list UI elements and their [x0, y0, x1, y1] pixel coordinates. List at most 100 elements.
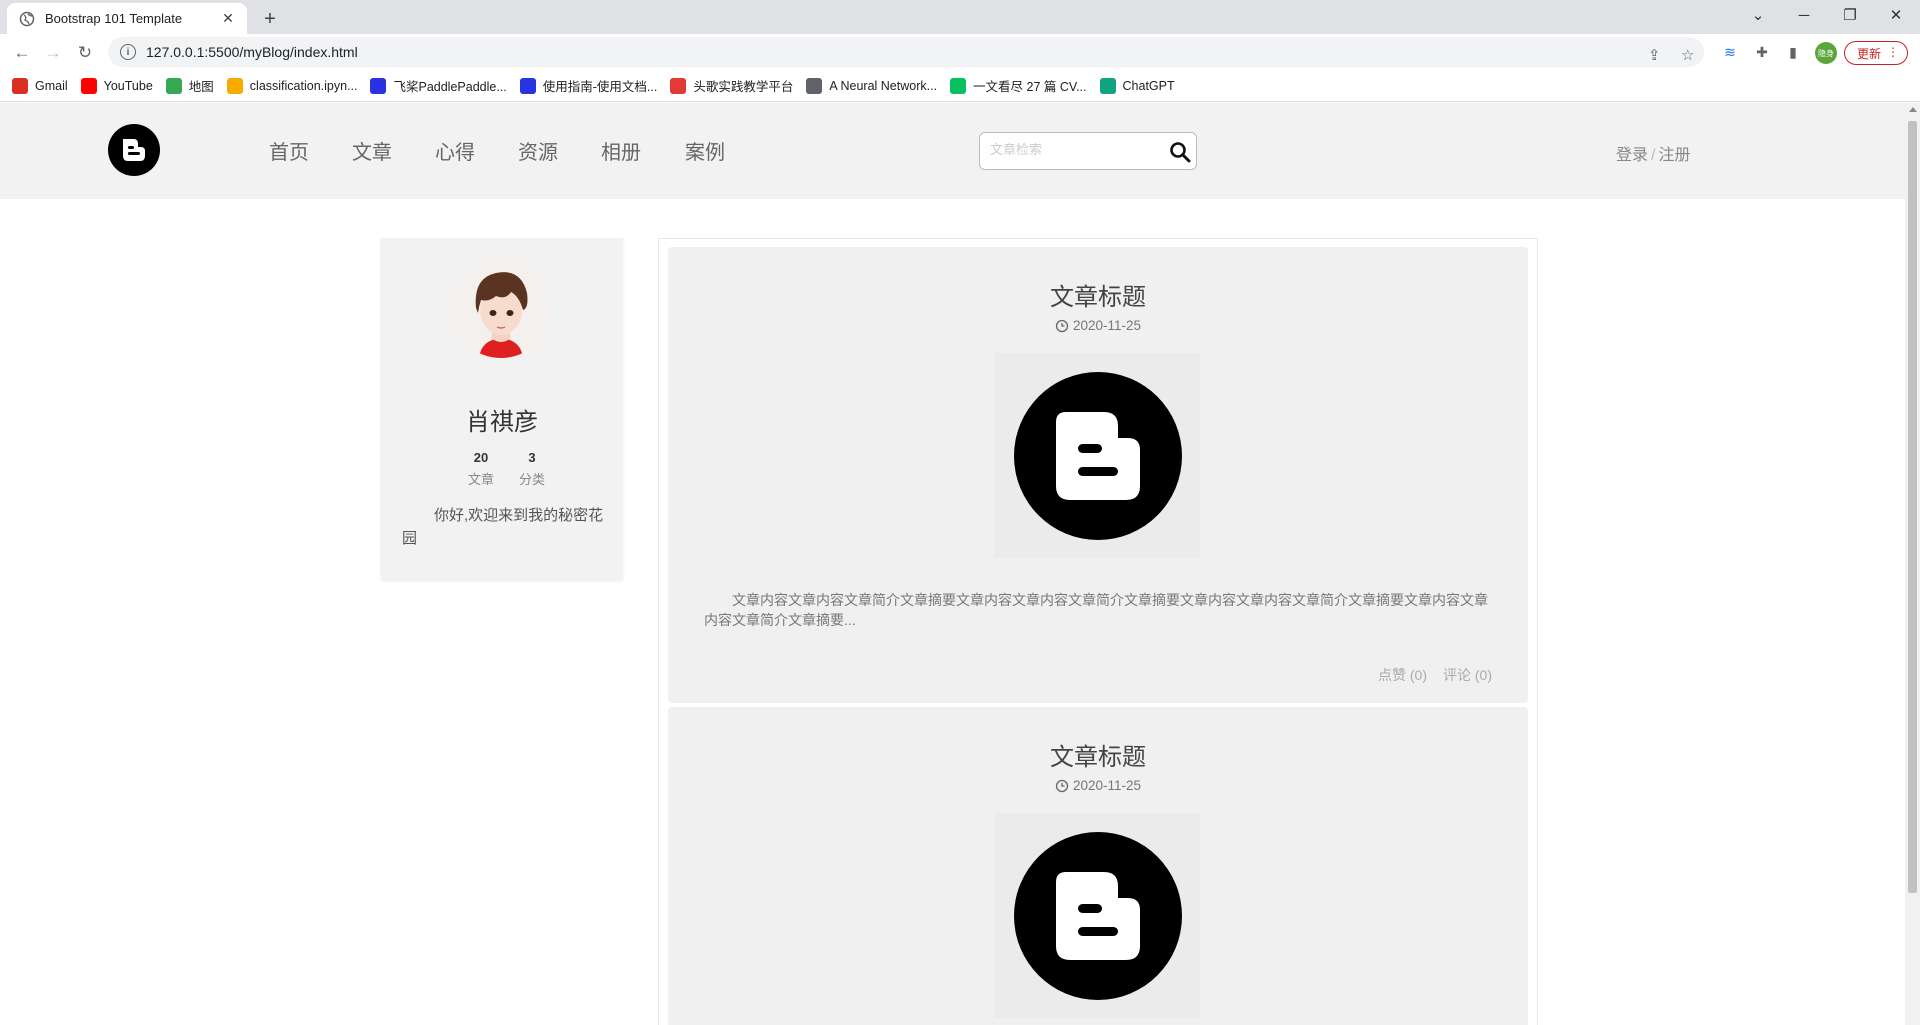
bookmark-label: 飞桨PaddlePaddle...: [393, 80, 507, 94]
bookmarks-bar: Gmail YouTube 地图 classification.ipyn... 飞桨Pa…: [0, 70, 1920, 102]
articles-label: 文章: [467, 472, 494, 487]
share-icon[interactable]: ⇪: [1648, 46, 1661, 64]
article-title[interactable]: 文章标题: [668, 277, 1528, 312]
address-bar[interactable]: i 127.0.0.1:5500/myBlog/index.html ⇪ ☆: [108, 37, 1704, 67]
login-link[interactable]: 登录: [1616, 147, 1648, 164]
article-thumbnail[interactable]: [995, 353, 1200, 558]
search-input[interactable]: [990, 142, 1150, 157]
new-tab-button[interactable]: +: [256, 5, 284, 33]
nav-home[interactable]: 首页: [269, 136, 309, 165]
close-icon[interactable]: ✕: [219, 10, 237, 27]
article-date: 2020-11-25: [668, 318, 1528, 333]
bookmark-item[interactable]: 地图: [165, 76, 214, 95]
categories-count: 3: [528, 450, 536, 465]
article-card[interactable]: 文章标题 2020-11-25: [668, 707, 1528, 1025]
auth-separator: /: [1651, 147, 1656, 164]
extension-icon[interactable]: ≋: [1721, 43, 1739, 61]
side-panel-icon[interactable]: ▮: [1784, 43, 1802, 61]
article-thumbnail[interactable]: [995, 813, 1200, 1018]
bookmark-item[interactable]: YouTube: [80, 77, 153, 94]
update-label: 更新: [1857, 46, 1882, 61]
nav-resources[interactable]: 资源: [518, 136, 558, 165]
article-date-text: 2020-11-25: [1072, 778, 1142, 793]
paddle-icon: [519, 77, 536, 94]
page-viewport: 首页 文章 心得 资源 相册 案例 登录/注册: [0, 103, 1905, 1025]
minimize-button[interactable]: ─: [1781, 0, 1827, 30]
bookmark-label: classification.ipyn...: [249, 78, 358, 93]
tab-search-icon[interactable]: ⌄: [1735, 0, 1781, 30]
educoder-icon: [670, 77, 687, 94]
back-button[interactable]: ←: [10, 41, 34, 65]
bookmark-label: ChatGPT: [1122, 78, 1175, 93]
categories-stat: 3 分类: [512, 450, 552, 488]
bookmark-label: A Neural Network...: [829, 78, 938, 93]
bookmark-label: 地图: [188, 80, 214, 94]
nav-insights[interactable]: 心得: [435, 136, 475, 165]
tab-title: Bootstrap 101 Template: [45, 11, 183, 26]
bookmark-item[interactable]: 头歌实践教学平台: [670, 76, 793, 95]
article-meta: 点赞 (0) 评论 (0): [1378, 665, 1492, 685]
article-card[interactable]: 文章标题 2020-11-25 文章内容文章内容文章简介文章摘要文章内容文章内容…: [668, 247, 1528, 703]
browser-tabstrip: Bootstrap 101 Template ✕ + ⌄ ─ ❐ ✕: [0, 0, 1920, 34]
like-link[interactable]: 点赞 (0): [1378, 665, 1427, 685]
articles-count: 20: [473, 450, 489, 465]
update-button[interactable]: 更新 ⋮: [1844, 41, 1908, 65]
chatgpt-icon: [1099, 77, 1116, 94]
articles-stat: 20 文章: [461, 450, 501, 488]
article-summary: 文章内容文章内容文章简介文章摘要文章内容文章内容文章简介文章摘要文章内容文章内容…: [704, 592, 1488, 628]
search-box: [979, 132, 1197, 170]
bookmark-star-icon[interactable]: ☆: [1681, 46, 1694, 64]
scrollbar-thumb[interactable]: [1908, 121, 1917, 893]
blogger-logo-icon[interactable]: [108, 124, 160, 176]
clock-icon: [1055, 319, 1069, 332]
page-icon: [806, 77, 823, 94]
site-navbar: 首页 文章 心得 资源 相册 案例 登录/注册: [0, 103, 1905, 199]
bookmark-label: Gmail: [35, 78, 68, 93]
bookmark-label: YouTube: [103, 78, 153, 93]
search-icon[interactable]: [1169, 141, 1191, 163]
profile-card: 肖祺彦 20 文章 3 分类 你好,欢迎来到我的秘密花园: [381, 238, 623, 580]
browser-tab[interactable]: Bootstrap 101 Template ✕: [7, 3, 247, 34]
bookmark-item[interactable]: classification.ipyn...: [226, 77, 358, 94]
site-info-icon[interactable]: i: [120, 44, 136, 60]
bookmark-label: 使用指南-使用文档...: [542, 80, 658, 94]
scroll-up-icon[interactable]: [1909, 107, 1917, 112]
clock-icon: [1055, 779, 1069, 792]
puzzle-icon[interactable]: ✚: [1753, 43, 1771, 61]
nav-cases[interactable]: 案例: [685, 136, 725, 165]
article-date: 2020-11-25: [668, 778, 1528, 793]
bookmark-item[interactable]: A Neural Network...: [806, 77, 938, 94]
forward-button[interactable]: →: [41, 41, 65, 65]
bookmark-label: 头歌实践教学平台: [693, 80, 794, 94]
reload-button[interactable]: ↻: [73, 41, 97, 65]
article-list: 文章标题 2020-11-25 文章内容文章内容文章简介文章摘要文章内容文章内容…: [658, 238, 1538, 1025]
nav-articles[interactable]: 文章: [352, 136, 392, 165]
youtube-icon: [80, 77, 97, 94]
article-date-text: 2020-11-25: [1072, 318, 1142, 333]
gmail-icon: [12, 77, 28, 94]
comment-link[interactable]: 评论 (0): [1443, 665, 1492, 685]
profile-avatar[interactable]: 隐身: [1815, 42, 1837, 64]
page-scrollbar[interactable]: [1905, 103, 1920, 1025]
browser-toolbar: ← → ↻ i 127.0.0.1:5500/myBlog/index.html…: [0, 34, 1920, 70]
restore-button[interactable]: ❐: [1827, 0, 1873, 30]
window-close-button[interactable]: ✕: [1873, 0, 1919, 30]
bookmark-item[interactable]: 使用指南-使用文档...: [519, 76, 658, 95]
bookmark-item[interactable]: Gmail: [12, 77, 68, 94]
menu-dots-icon: ⋮: [1887, 45, 1899, 59]
bookmark-item[interactable]: 一文看尽 27 篇 CV...: [950, 76, 1087, 95]
auth-links: 登录 / 注册: [1616, 141, 1690, 165]
blogger-logo-icon: [1013, 831, 1182, 1000]
avatar: [451, 258, 551, 358]
profile-name: 肖祺彦: [466, 409, 538, 436]
blogger-logo-icon: [1013, 371, 1182, 540]
colab-icon: [226, 77, 243, 94]
bookmark-item[interactable]: 飞桨PaddlePaddle...: [370, 76, 507, 95]
globe-icon: [19, 11, 35, 27]
bookmark-item[interactable]: ChatGPT: [1099, 77, 1175, 94]
maps-icon: [165, 77, 182, 94]
nav-album[interactable]: 相册: [601, 136, 641, 165]
article-title[interactable]: 文章标题: [668, 737, 1528, 772]
register-link[interactable]: 注册: [1658, 147, 1690, 164]
bookmark-label: 一文看尽 27 篇 CV...: [973, 80, 1087, 94]
